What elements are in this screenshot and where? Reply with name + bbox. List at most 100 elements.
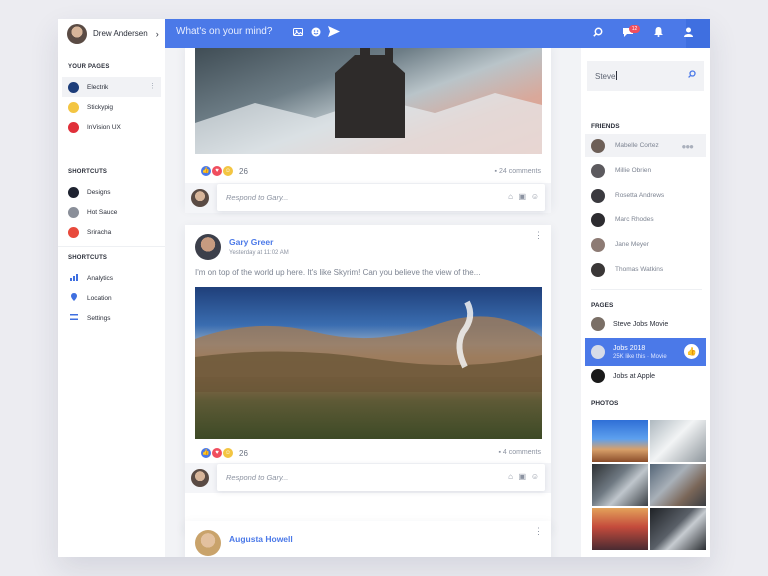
page-name: Jobs at Apple: [613, 372, 656, 380]
avatar: [591, 163, 605, 178]
sidebar-item-label: Location: [87, 294, 112, 302]
tag-icon[interactable]: ⌂: [508, 472, 513, 481]
comment-icon: ▪: [494, 168, 498, 175]
laugh-reaction-icon: ☺: [222, 165, 234, 177]
friend-item[interactable]: Mabelle Cortez ●●●: [585, 134, 706, 157]
profile-icon[interactable]: [684, 27, 693, 40]
like-icon[interactable]: 👍: [684, 344, 699, 359]
friend-item[interactable]: Rosetta Andrews: [585, 184, 706, 207]
photo-thumbnail[interactable]: [592, 420, 648, 462]
chevron-right-icon: ›: [155, 28, 159, 39]
photo-thumbnail[interactable]: [592, 464, 648, 506]
comment-input[interactable]: Respond to Gary... ⌂ ▣ ☺: [217, 464, 545, 491]
photo-icon[interactable]: ▣: [518, 472, 526, 481]
sidebar-item-label: Electrik: [87, 83, 109, 91]
page-item-selected[interactable]: Jobs 2018 25K like this · Movie 👍: [585, 338, 706, 366]
friend-item[interactable]: Thomas Watkins: [585, 258, 706, 281]
comments-count[interactable]: ▪ 4 comments: [498, 449, 541, 456]
typing-indicator-icon: ●●●: [681, 142, 694, 151]
avatar: [191, 189, 209, 207]
post-author[interactable]: Augusta Howell: [229, 534, 293, 544]
news-feed[interactable]: 👍 ♥ ☺ 26 ▪ 24 comments Respond to Gary..…: [165, 48, 581, 557]
sidebar-item-label: Analytics: [87, 274, 114, 282]
page-item[interactable]: Steve Jobs Movie: [585, 312, 706, 336]
photos-title: PHOTOS: [591, 400, 619, 407]
shortcut-logo-icon: [68, 206, 79, 218]
comment-input[interactable]: Respond to Gary... ⌂ ▣ ☺: [217, 184, 545, 211]
photo-thumbnail[interactable]: [650, 420, 706, 462]
page-info: Jobs 2018 25K like this · Movie: [613, 345, 667, 360]
friend-name: Marc Rhodes: [615, 216, 654, 223]
sidebar-item-location[interactable]: Location: [62, 288, 161, 308]
bell-icon[interactable]: [654, 27, 663, 40]
comments-label: 4 comments: [502, 449, 541, 456]
page-name: Jobs 2018: [613, 344, 646, 352]
search-icon[interactable]: [593, 27, 603, 40]
sidebar-item-designs[interactable]: Designs: [62, 182, 161, 202]
tag-icon[interactable]: ⌂: [508, 192, 513, 201]
avatar: [591, 237, 605, 252]
friend-name: Thomas Watkins: [615, 266, 664, 273]
sidebar-item-hot-sauce[interactable]: Hot Sauce: [62, 202, 161, 222]
left-sidebar: YOUR PAGES Electrik ⋮ Stickypig InVision…: [58, 48, 165, 557]
more-vertical-icon[interactable]: ⋮: [534, 526, 543, 537]
sidebar-item-label: Hot Sauce: [87, 208, 118, 216]
reaction-count: 26: [239, 448, 248, 458]
post-image[interactable]: [195, 287, 542, 439]
avatar: [191, 469, 209, 487]
emoji-icon[interactable]: ☺: [531, 472, 539, 481]
friend-item[interactable]: Marc Rhodes: [585, 208, 706, 231]
post-image[interactable]: [195, 48, 542, 154]
friend-item[interactable]: Millie Obrien: [585, 159, 706, 182]
divider: [58, 246, 165, 247]
search-icon[interactable]: [688, 70, 696, 80]
respond-row: Respond to Gary... ⌂ ▣ ☺: [185, 183, 551, 213]
user-menu[interactable]: Drew Andersen ›: [58, 19, 165, 48]
comments-count[interactable]: ▪ 24 comments: [495, 168, 541, 175]
post-author[interactable]: Gary Greer: [229, 237, 273, 247]
post-card: Gary Greer Yesterday at 11:02 AM ⋮ I'm o…: [185, 225, 551, 530]
emoji-icon[interactable]: [311, 27, 321, 39]
top-bar: Drew Andersen › What's on your mind? 12: [58, 19, 710, 48]
post-text: I'm on top of the world up here. It's li…: [195, 268, 481, 277]
photo-thumbnail[interactable]: [650, 464, 706, 506]
sidebar-item-label: Settings: [87, 314, 111, 322]
photo-icon[interactable]: [293, 27, 303, 38]
more-vertical-icon[interactable]: ⋮: [149, 82, 156, 90]
sidebar-item-sriracha[interactable]: Sriracha: [62, 222, 161, 242]
avatar[interactable]: [195, 530, 221, 556]
emoji-icon[interactable]: ☺: [531, 192, 539, 201]
photo-icon[interactable]: ▣: [518, 192, 526, 201]
friend-item[interactable]: Jane Meyer: [585, 233, 706, 256]
sidebar-item-electrik[interactable]: Electrik ⋮: [62, 77, 161, 97]
send-icon[interactable]: [328, 26, 340, 39]
page-item[interactable]: Jobs at Apple: [585, 364, 706, 388]
text-caret: [616, 71, 618, 80]
sidebar-item-settings[interactable]: Settings: [62, 308, 161, 328]
your-pages-title: YOUR PAGES: [68, 64, 110, 70]
avatar[interactable]: [195, 234, 221, 260]
sidebar-item-label: InVision UX: [87, 123, 121, 131]
sidebar-item-stickypig[interactable]: Stickypig: [62, 97, 161, 117]
more-vertical-icon[interactable]: ⋮: [534, 230, 543, 241]
comment-placeholder: Respond to Gary...: [226, 473, 289, 482]
comment-placeholder: Respond to Gary...: [226, 193, 289, 202]
search-input[interactable]: Steve: [587, 61, 704, 91]
reactions[interactable]: 👍 ♥ ☺ 26: [200, 165, 248, 177]
composer-input[interactable]: What's on your mind?: [176, 26, 272, 37]
avatar: [591, 262, 605, 277]
bar-chart-icon: [68, 273, 79, 283]
respond-row: Respond to Gary... ⌂ ▣ ☺: [185, 463, 551, 493]
shortcuts-title: SHORTCUTS: [68, 169, 108, 175]
notification-badge: 12: [629, 25, 640, 33]
page-name: Steve Jobs Movie: [613, 320, 669, 328]
sidebar-item-invision[interactable]: InVision UX: [62, 117, 161, 137]
reactions[interactable]: 👍 ♥ ☺ 26: [200, 447, 248, 459]
reaction-count: 26: [239, 166, 248, 176]
sidebar-item-analytics[interactable]: Analytics: [62, 268, 161, 288]
photo-thumbnail[interactable]: [592, 508, 648, 550]
friend-name: Rosetta Andrews: [615, 192, 665, 199]
laugh-reaction-icon: ☺: [222, 447, 234, 459]
photo-thumbnail[interactable]: [650, 508, 706, 550]
page-subtitle: 25K like this · Movie: [613, 353, 667, 360]
